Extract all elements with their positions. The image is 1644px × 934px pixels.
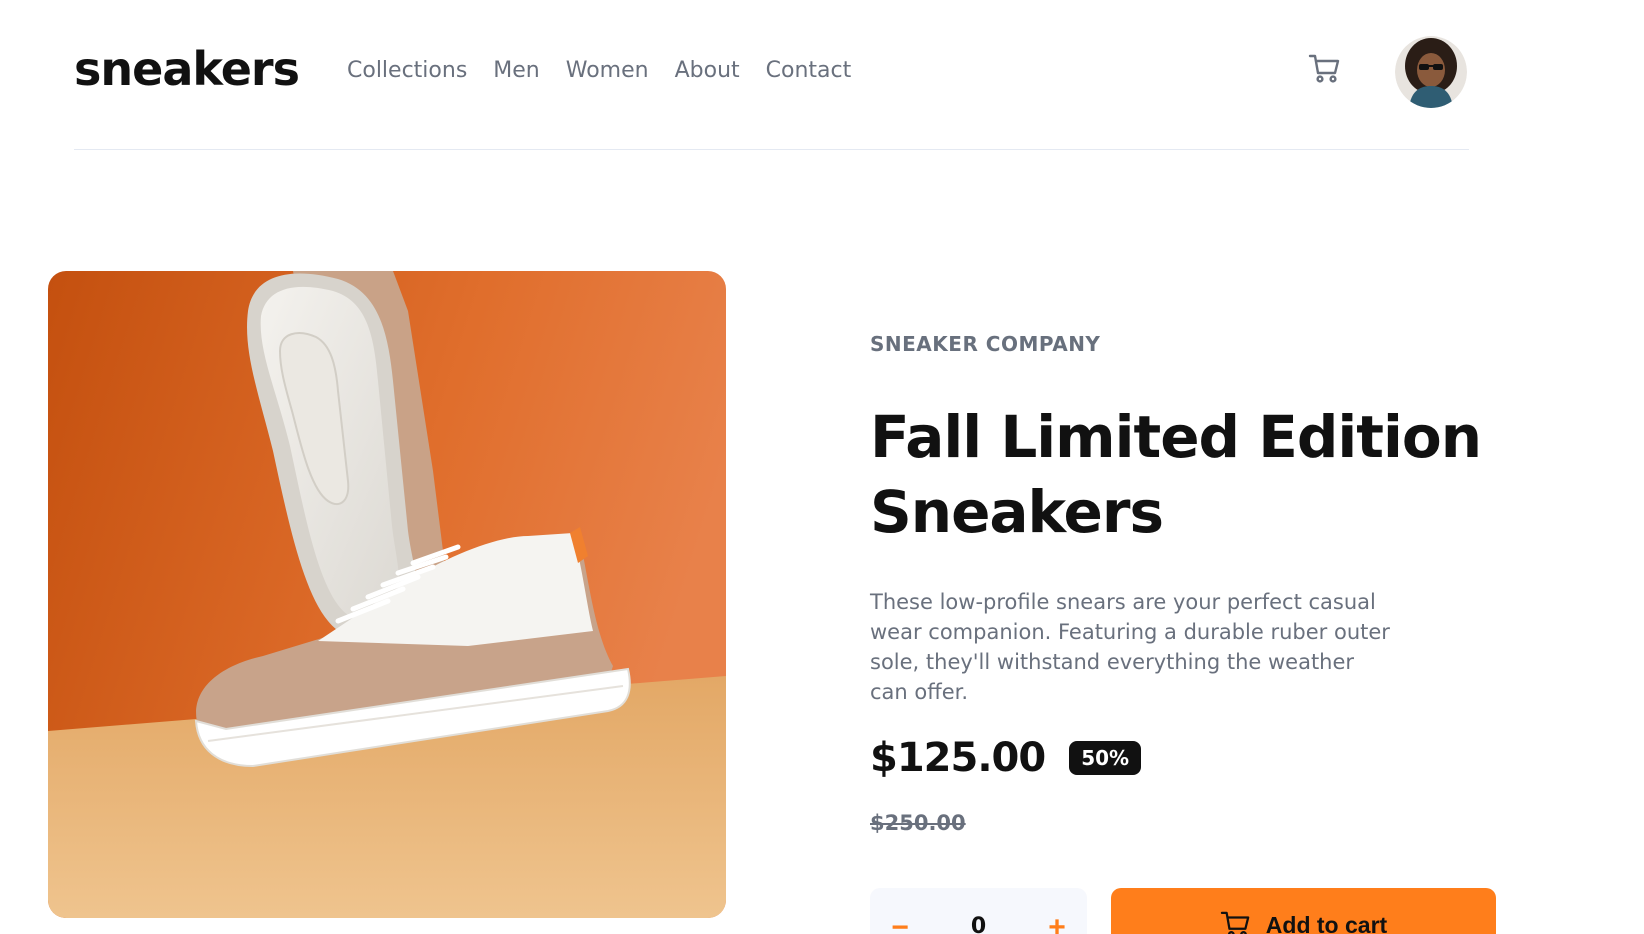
header-divider: [74, 149, 1469, 150]
add-to-cart-content: Add to cart: [1111, 910, 1496, 934]
quantity-stepper: − 0 +: [870, 888, 1087, 934]
main-nav: Collections Men Women About Contact: [347, 58, 851, 83]
logo[interactable]: sneakers: [74, 42, 300, 96]
cart-icon: [1220, 911, 1250, 934]
add-to-cart-button[interactable]: Add to cart: [1111, 888, 1496, 934]
site-header: sneakers Collections Men Women About Con…: [0, 0, 1644, 150]
price-row: $125.00 50%: [870, 735, 1142, 781]
original-price: $250.00: [870, 811, 966, 835]
avatar[interactable]: [1395, 36, 1467, 108]
product-main-image[interactable]: [48, 271, 726, 918]
nav-collections[interactable]: Collections: [347, 58, 467, 83]
cart-icon: [1308, 54, 1340, 83]
product-page: sneakers Collections Men Women About Con…: [0, 0, 1644, 934]
product-title: Fall Limited Edition Sneakers: [870, 403, 1482, 546]
discount-badge: 50%: [1069, 741, 1142, 775]
nav-contact[interactable]: Contact: [766, 58, 852, 83]
nav-about[interactable]: About: [675, 58, 740, 83]
cart-button[interactable]: [1305, 52, 1345, 88]
increase-quantity-button[interactable]: +: [1039, 910, 1075, 934]
nav-men[interactable]: Men: [493, 58, 539, 83]
product-description: These low-profile snears are your perfec…: [870, 590, 1390, 704]
nav-women[interactable]: Women: [566, 58, 649, 83]
add-to-cart-label: Add to cart: [1265, 911, 1388, 934]
current-price: $125.00: [870, 735, 1046, 781]
brand-label: SNEAKER COMPANY: [870, 332, 1101, 356]
